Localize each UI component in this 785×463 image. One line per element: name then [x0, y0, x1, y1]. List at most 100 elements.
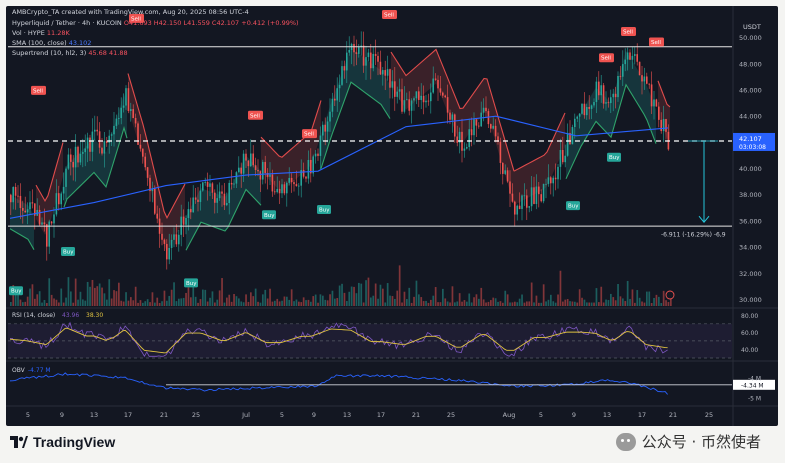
- volume-bar: [122, 301, 125, 306]
- candle-body: [353, 43, 355, 53]
- candle-body: [89, 137, 91, 152]
- candle-body: [482, 107, 485, 113]
- volume-bar: [74, 278, 77, 306]
- volume-bar: [574, 301, 576, 306]
- candle-body: [624, 59, 626, 65]
- candle-body: [84, 148, 86, 153]
- volume-bar: [358, 282, 360, 306]
- candle-body: [634, 54, 636, 56]
- sell-signal-label: Sell: [651, 40, 661, 46]
- tradingview-logo[interactable]: TradingView: [10, 434, 115, 450]
- volume-bar: [593, 302, 595, 306]
- volume-bar: [314, 294, 317, 306]
- candle-body: [329, 111, 331, 122]
- volume-bar: [190, 297, 192, 306]
- volume-bar: [499, 301, 502, 306]
- candle-body: [31, 202, 34, 204]
- candle-body: [144, 156, 146, 168]
- candle-body: [650, 84, 653, 107]
- volume-bar: [617, 283, 619, 306]
- candle-body: [118, 118, 120, 119]
- candle-body: [622, 64, 624, 77]
- volume-legend[interactable]: Vol · HYPE 11.28K: [12, 29, 70, 37]
- volume-bar: [84, 300, 87, 306]
- volume-bar: [46, 302, 48, 306]
- volume-bar: [115, 291, 118, 306]
- candle-body: [559, 149, 562, 167]
- volume-bar: [329, 294, 331, 306]
- volume-label: Vol · HYPE: [12, 29, 45, 37]
- candle-body: [274, 191, 276, 193]
- volume-bar: [610, 293, 612, 306]
- volume-bar: [326, 300, 329, 306]
- volume-bar: [154, 302, 156, 306]
- volume-bar: [490, 300, 492, 306]
- chart-panel[interactable]: USDT50.00048.00046.00044.00042.00040.000…: [6, 6, 778, 426]
- volume-bar: [444, 298, 447, 306]
- sell-signal-label: Sell: [33, 88, 43, 94]
- volume-bar: [295, 299, 298, 306]
- chart-canvas[interactable]: USDT50.00048.00046.00044.00042.00040.000…: [6, 6, 778, 426]
- volume-bar: [583, 299, 586, 306]
- volume-bar: [403, 291, 406, 306]
- volume-bar: [125, 292, 127, 306]
- wechat-icon: [615, 432, 636, 451]
- volume-bar: [62, 302, 65, 306]
- sma-legend[interactable]: SMA (100, close) 43.102: [12, 39, 91, 47]
- candle-body: [110, 134, 113, 136]
- candle-body: [547, 177, 550, 184]
- candle-body: [439, 88, 442, 93]
- volume-bar: [386, 283, 389, 306]
- volume-bar: [667, 302, 670, 306]
- volume-bar: [288, 299, 291, 306]
- candle-body: [449, 112, 451, 120]
- time-tick-15: 9: [572, 411, 576, 419]
- candle-body: [96, 129, 98, 132]
- volume-bar: [108, 279, 111, 306]
- time-tick-0: 5: [26, 411, 30, 419]
- volume-bar: [168, 295, 171, 306]
- volume-bar: [341, 283, 343, 306]
- candle-body: [605, 102, 607, 104]
- candle-body: [550, 177, 552, 184]
- volume-bar: [492, 297, 495, 306]
- sma-label: SMA (100, close): [12, 39, 67, 47]
- volume-bar: [408, 287, 411, 306]
- volume-bar: [233, 293, 235, 306]
- volume-bar: [382, 288, 384, 306]
- sma-value: 43.102: [68, 39, 92, 47]
- volume-bar: [660, 302, 663, 306]
- volume-bar: [422, 301, 425, 306]
- candle-body: [521, 195, 523, 209]
- volume-bar: [665, 300, 667, 306]
- volume-bar: [238, 298, 240, 306]
- volume-bar: [626, 280, 629, 306]
- volume-bar: [178, 298, 180, 306]
- supertrend-legend[interactable]: Supertrend (10, hl2, 3) 45.68 41.88: [12, 49, 128, 57]
- candle-body: [166, 243, 168, 260]
- volume-bar: [130, 297, 132, 306]
- alert-icon[interactable]: [665, 290, 675, 300]
- candle-body: [355, 52, 358, 54]
- symbol-name[interactable]: Hyperliquid / Tether · 4h · KUCOIN: [12, 19, 122, 27]
- candle-body: [221, 191, 223, 194]
- volume-bar: [562, 301, 564, 306]
- rsi-tick-2: 40.00: [741, 347, 758, 354]
- volume-bar: [641, 301, 643, 306]
- volume-bar: [523, 302, 526, 306]
- candle-body: [631, 55, 634, 60]
- volume-bar: [72, 302, 75, 306]
- candle-body: [509, 181, 511, 194]
- volume-bar: [554, 302, 557, 306]
- candle-body: [281, 184, 283, 194]
- volume-bar: [142, 302, 144, 306]
- volume-bar: [235, 296, 238, 306]
- candle-body: [67, 154, 70, 169]
- volume-bar: [533, 302, 535, 306]
- volume-bar: [139, 300, 142, 306]
- volume-bar: [377, 298, 379, 306]
- volume-bar: [77, 299, 79, 306]
- candle-body: [336, 88, 338, 101]
- candle-body: [391, 81, 394, 88]
- candle-body: [156, 213, 158, 219]
